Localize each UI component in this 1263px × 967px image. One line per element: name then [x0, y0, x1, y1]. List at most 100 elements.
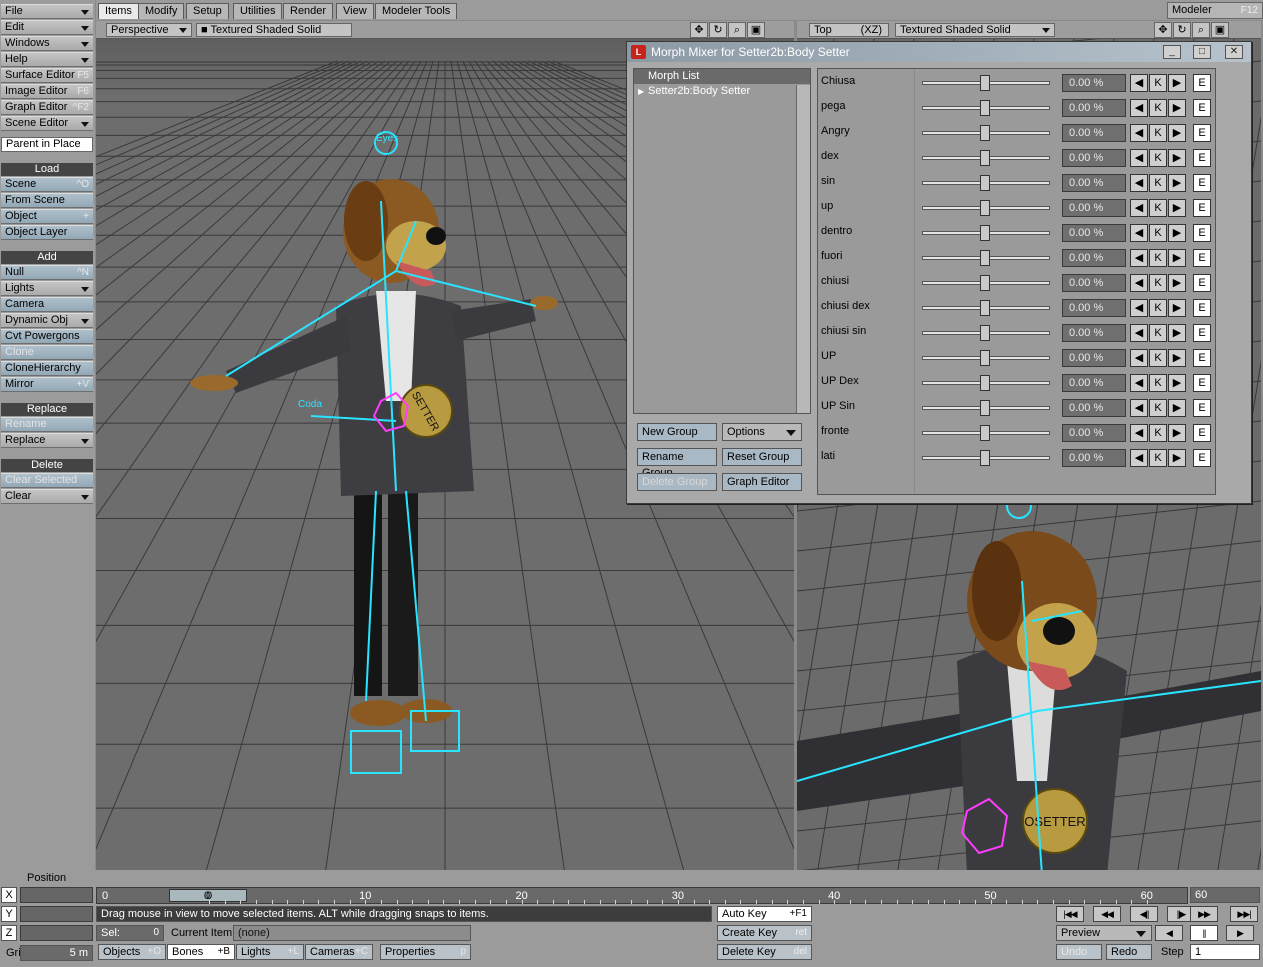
tab-render[interactable]: Render: [283, 3, 334, 19]
envelope-button[interactable]: E: [1193, 174, 1211, 192]
minimize-icon[interactable]: _: [1163, 45, 1181, 59]
rename-group-button[interactable]: Rename Group: [637, 448, 717, 479]
tab-modify[interactable]: Modify: [138, 3, 185, 19]
envelope-button[interactable]: E: [1193, 299, 1211, 317]
timeline-end-field[interactable]: 60: [1190, 887, 1260, 903]
mode-cameras[interactable]: Cameras +C: [305, 944, 373, 960]
key-button[interactable]: K: [1149, 449, 1167, 467]
graph-editor-button[interactable]: Graph Editor ^F2: [1, 100, 93, 115]
parent-in-place-button[interactable]: Parent in Place: [1, 137, 93, 152]
zoom-view-icon[interactable]: ⌕: [728, 22, 746, 38]
morph-slider-knob[interactable]: [980, 200, 990, 216]
next-key-icon[interactable]: ▶: [1168, 374, 1186, 392]
object-layer-button[interactable]: Object Layer: [1, 225, 93, 240]
cvt-powergons-button[interactable]: Cvt Powergons: [1, 329, 93, 344]
close-icon[interactable]: ✕: [1225, 45, 1243, 59]
envelope-button[interactable]: E: [1193, 249, 1211, 267]
morph-value-field[interactable]: 0.00 %: [1062, 124, 1126, 142]
envelope-button[interactable]: E: [1193, 274, 1211, 292]
undo-button[interactable]: Undo: [1056, 944, 1102, 960]
move-view-icon[interactable]: ✥: [1154, 22, 1172, 38]
current-item-select[interactable]: (none): [233, 925, 471, 941]
morph-value-field[interactable]: 0.00 %: [1062, 424, 1126, 442]
key-button[interactable]: K: [1149, 274, 1167, 292]
previous-key-icon[interactable]: ◀: [1130, 249, 1148, 267]
tab-modeler-tools[interactable]: Modeler Tools: [375, 3, 458, 19]
envelope-button[interactable]: E: [1193, 349, 1211, 367]
previous-key-icon[interactable]: ◀: [1130, 399, 1148, 417]
morph-slider-knob[interactable]: [980, 150, 990, 166]
delete-key-button[interactable]: Delete Key del: [717, 944, 812, 960]
morph-value-field[interactable]: 0.00 %: [1062, 174, 1126, 192]
morph-slider-knob[interactable]: [980, 100, 990, 116]
move-view-icon[interactable]: ✥: [690, 22, 708, 38]
key-button[interactable]: K: [1149, 349, 1167, 367]
envelope-button[interactable]: E: [1193, 224, 1211, 242]
morph-value-field[interactable]: 0.00 %: [1062, 74, 1126, 92]
envelope-button[interactable]: E: [1193, 74, 1211, 92]
key-button[interactable]: K: [1149, 174, 1167, 192]
tab-setup[interactable]: Setup: [186, 3, 229, 19]
new-group-button[interactable]: New Group: [637, 423, 717, 441]
create-key-button[interactable]: Create Key ret: [717, 925, 812, 941]
morph-value-field[interactable]: 0.00 %: [1062, 149, 1126, 167]
next-key-icon[interactable]: ▶: [1168, 224, 1186, 242]
next-key-icon[interactable]: ▶: [1168, 99, 1186, 117]
envelope-button[interactable]: E: [1193, 374, 1211, 392]
morph-value-field[interactable]: 0.00 %: [1062, 374, 1126, 392]
viewport-render-select[interactable]: ■ Textured Shaded Solid: [196, 23, 352, 37]
next-key-icon[interactable]: ▶: [1168, 299, 1186, 317]
timeline[interactable]: 0 0 0 10 20 30 40 50 60: [96, 887, 1188, 904]
step-field[interactable]: 1: [1190, 944, 1260, 960]
redo-button[interactable]: Redo: [1106, 944, 1152, 960]
key-button[interactable]: K: [1149, 424, 1167, 442]
windows-button[interactable]: Windows: [1, 36, 93, 51]
next-key-icon[interactable]: ▶: [1168, 349, 1186, 367]
envelope-button[interactable]: E: [1193, 449, 1211, 467]
morph-value-field[interactable]: 0.00 %: [1062, 449, 1126, 467]
morph-value-field[interactable]: 0.00 %: [1062, 249, 1126, 267]
options-select[interactable]: Options: [722, 423, 802, 441]
envelope-button[interactable]: E: [1193, 199, 1211, 217]
envelope-button[interactable]: E: [1193, 149, 1211, 167]
morph-slider-knob[interactable]: [980, 175, 990, 191]
morph-slider-knob[interactable]: [980, 300, 990, 316]
z-position-field[interactable]: [20, 925, 93, 941]
next-key-icon[interactable]: ▶: [1168, 424, 1186, 442]
play-forward-icon[interactable]: ▶: [1226, 925, 1254, 941]
morph-slider-knob[interactable]: [980, 275, 990, 291]
play-backward-icon[interactable]: ◀: [1155, 925, 1183, 941]
previous-key-icon[interactable]: ◀: [1130, 324, 1148, 342]
y-axis-toggle[interactable]: Y: [1, 906, 17, 922]
morph-value-field[interactable]: 0.00 %: [1062, 349, 1126, 367]
image-editor-button[interactable]: Image Editor F6: [1, 84, 93, 99]
tab-view[interactable]: View: [336, 3, 374, 19]
morph-slider-knob[interactable]: [980, 225, 990, 241]
tab-utilities[interactable]: Utilities: [233, 3, 283, 19]
rotate-view-icon[interactable]: ↻: [709, 22, 727, 38]
clear-selected-button[interactable]: Clear Selected: [1, 473, 93, 488]
top-view-select[interactable]: Top (XZ): [809, 23, 889, 37]
mode-objects[interactable]: Objects +O: [98, 944, 166, 960]
x-position-field[interactable]: [20, 887, 93, 903]
morph-mixer-titlebar[interactable]: L Morph Mixer for Setter2b:Body Setter _…: [627, 42, 1251, 62]
key-button[interactable]: K: [1149, 124, 1167, 142]
envelope-button[interactable]: E: [1193, 399, 1211, 417]
mirror-button[interactable]: Mirror +V: [1, 377, 93, 392]
key-button[interactable]: K: [1149, 99, 1167, 117]
next-key-icon[interactable]: ▶: [1168, 174, 1186, 192]
next-key-icon[interactable]: ▶▶: [1190, 906, 1218, 922]
from-scene-button[interactable]: From Scene: [1, 193, 93, 208]
next-key-icon[interactable]: ▶: [1168, 149, 1186, 167]
previous-key-icon[interactable]: ◀: [1130, 374, 1148, 392]
previous-key-icon[interactable]: ◀: [1130, 199, 1148, 217]
go-to-start-icon[interactable]: |◀◀: [1056, 906, 1084, 922]
modeler-button[interactable]: Modeler F12: [1167, 2, 1263, 19]
rotate-view-icon[interactable]: ↻: [1173, 22, 1191, 38]
previous-key-icon[interactable]: ◀: [1130, 224, 1148, 242]
x-axis-toggle[interactable]: X: [1, 887, 17, 903]
key-button[interactable]: K: [1149, 224, 1167, 242]
delete-group-button[interactable]: Delete Group: [637, 473, 717, 491]
morph-value-field[interactable]: 0.00 %: [1062, 324, 1126, 342]
morph-value-field[interactable]: 0.00 %: [1062, 199, 1126, 217]
